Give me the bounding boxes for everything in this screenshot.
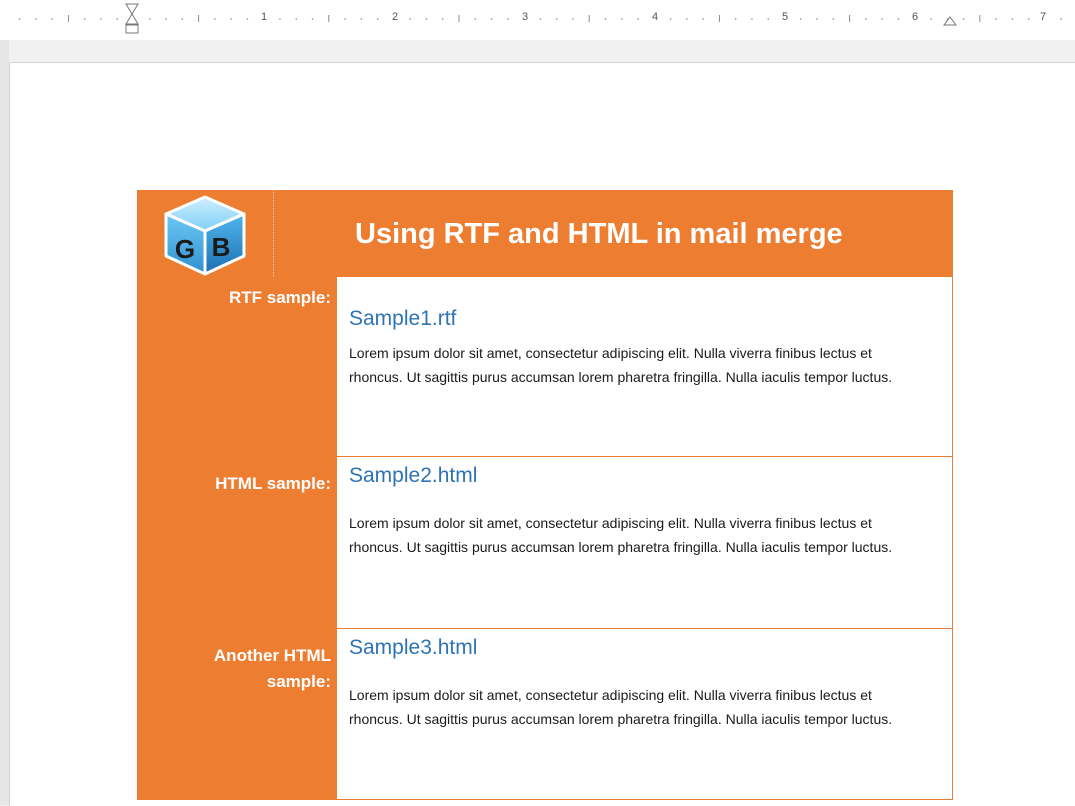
ruler-tick bbox=[148, 18, 151, 20]
ruler-tick bbox=[35, 18, 37, 20]
horizontal-ruler[interactable]: 1 2 3 4 5 6 7 bbox=[0, 0, 1075, 40]
ruler-tick bbox=[214, 18, 216, 20]
ruler-tick bbox=[734, 18, 737, 20]
ruler-tick bbox=[620, 18, 623, 20]
ruler-tick bbox=[181, 18, 184, 20]
ruler-number: 6 bbox=[911, 11, 919, 23]
ruler-number: 4 bbox=[651, 11, 659, 23]
row-body-text: Lorem ipsum dolor sit amet, consectetur … bbox=[349, 515, 893, 555]
sample2-link[interactable]: Sample2.html bbox=[349, 464, 477, 488]
ruler-tick bbox=[344, 18, 346, 20]
ruler-tick bbox=[897, 18, 900, 20]
ruler-tick bbox=[816, 18, 818, 20]
row-body-text: Lorem ipsum dolor sit amet, consectetur … bbox=[349, 345, 893, 385]
mail-merge-table[interactable]: G B Using RTF and HTML in mail merge RTF… bbox=[137, 190, 953, 800]
ruler-tick bbox=[490, 18, 493, 20]
ruler-tick bbox=[409, 18, 411, 20]
ruler-tick bbox=[441, 18, 444, 20]
ruler-tick bbox=[279, 18, 281, 20]
ruler-tick bbox=[767, 18, 770, 20]
table-header-row: G B Using RTF and HTML in mail merge bbox=[137, 190, 953, 277]
ruler-number: 2 bbox=[391, 11, 399, 23]
ruler-tick bbox=[116, 18, 119, 20]
ruler-tick bbox=[425, 18, 428, 20]
ruler-tick bbox=[669, 18, 672, 20]
table-row: HTML sample: Sample2.html Lorem ipsum do… bbox=[137, 457, 953, 630]
logo-cell: G B bbox=[137, 190, 274, 277]
ruler-tick bbox=[799, 18, 802, 20]
ruler-tick bbox=[637, 18, 639, 20]
document-title: Using RTF and HTML in mail merge bbox=[355, 218, 843, 250]
ruler-tick bbox=[83, 18, 86, 20]
ruler-tick bbox=[246, 18, 249, 20]
page-gutter bbox=[0, 40, 9, 805]
ruler-tick bbox=[295, 18, 298, 20]
ruler-tick bbox=[865, 18, 867, 20]
svg-text:B: B bbox=[212, 232, 231, 262]
table-row: Another HTML sample: Sample3.html Lorem … bbox=[137, 629, 953, 800]
ruler-tick bbox=[832, 18, 835, 20]
ruler-tick bbox=[51, 18, 53, 20]
ruler-tick bbox=[376, 18, 379, 20]
row-body-text: Lorem ipsum dolor sit amet, consectetur … bbox=[349, 687, 893, 727]
ruler-number: 1 bbox=[260, 11, 268, 23]
ruler-tick bbox=[165, 18, 167, 20]
ruler-tick bbox=[686, 18, 688, 20]
ruler-tick bbox=[930, 18, 932, 20]
sample1-link[interactable]: Sample1.rtf bbox=[349, 307, 456, 331]
ruler-tick bbox=[555, 18, 558, 20]
left-indent-marker[interactable] bbox=[125, 3, 139, 34]
ruler-tick bbox=[1060, 18, 1062, 20]
ruler-tick bbox=[360, 18, 363, 20]
ruler-tick bbox=[702, 18, 704, 20]
ruler-tick bbox=[1011, 18, 1014, 20]
ruler-tick bbox=[751, 18, 753, 20]
ruler-tick bbox=[604, 18, 607, 20]
ruler-tick bbox=[311, 18, 314, 20]
ruler-tick bbox=[507, 18, 509, 20]
sample3-link[interactable]: Sample3.html bbox=[349, 636, 477, 660]
ruler-tick bbox=[539, 18, 542, 20]
ruler-tick bbox=[100, 18, 102, 20]
gb-cube-logo[interactable]: G B bbox=[163, 194, 253, 278]
ruler-tick bbox=[18, 18, 21, 20]
ruler-number: 7 bbox=[1039, 11, 1047, 23]
ruler-tick bbox=[474, 18, 477, 20]
row-content[interactable]: Sample2.html Lorem ipsum dolor sit amet,… bbox=[337, 457, 953, 629]
table-row: RTF sample: Sample1.rtf Lorem ipsum dolo… bbox=[137, 277, 953, 458]
row-label-another-html: Another HTML sample: bbox=[137, 629, 337, 800]
ruler-tick bbox=[572, 18, 574, 20]
right-indent-marker[interactable] bbox=[943, 16, 957, 26]
row-label-html: HTML sample: bbox=[137, 457, 337, 629]
ruler-number: 5 bbox=[781, 11, 789, 23]
svg-text:G: G bbox=[175, 234, 195, 264]
row-content[interactable]: Sample3.html Lorem ipsum dolor sit amet,… bbox=[337, 629, 953, 800]
ruler-tick bbox=[995, 18, 997, 20]
ruler-number: 3 bbox=[521, 11, 529, 23]
ruler-tick bbox=[230, 18, 232, 20]
ruler-tick bbox=[881, 18, 883, 20]
ruler-tick bbox=[962, 18, 965, 20]
ruler-tick bbox=[1027, 18, 1030, 20]
row-label-rtf: RTF sample: bbox=[137, 277, 337, 457]
row-content[interactable]: Sample1.rtf Lorem ipsum dolor sit amet, … bbox=[337, 277, 953, 457]
